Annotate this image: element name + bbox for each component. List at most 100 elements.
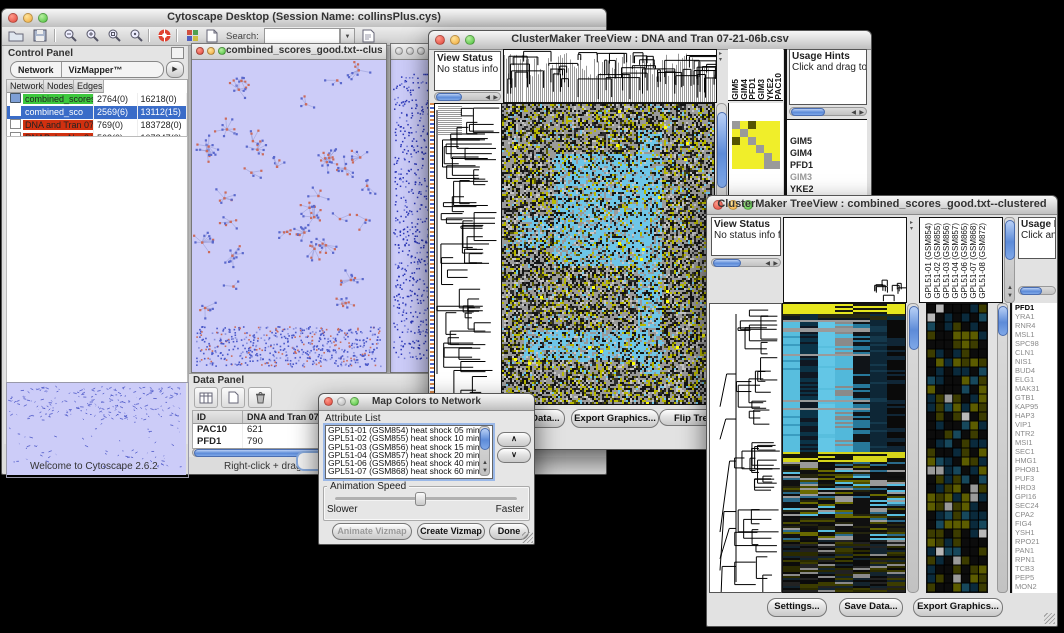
resize-grip[interactable]	[522, 532, 533, 543]
scroll-left-icon[interactable]: ◀	[851, 109, 856, 117]
gene-label[interactable]: NIS1	[1015, 357, 1057, 366]
gene-label[interactable]: SEC24	[1015, 501, 1057, 510]
gene-label[interactable]: SPC98	[1015, 339, 1057, 348]
col-label[interactable]: GPL51-02 (GSM855)	[933, 223, 942, 299]
select-attributes-icon[interactable]	[194, 387, 218, 408]
col-label[interactable]: GPL51-08 (GSM872)	[978, 223, 987, 299]
gene-label[interactable]: RPN1	[1015, 555, 1057, 564]
search-input[interactable]	[264, 28, 340, 44]
row-dendrogram[interactable]	[709, 303, 782, 593]
zoomed-heatmap[interactable]	[926, 303, 988, 593]
gene-label[interactable]: PHO81	[1015, 465, 1057, 474]
gene-label[interactable]: GIM3	[790, 171, 867, 183]
gene-label[interactable]: GPI16	[1015, 492, 1057, 501]
attribute-list-vscrollbar[interactable]: ▲ ▼	[479, 426, 490, 476]
zoom-selected-icon[interactable]	[126, 27, 146, 44]
gene-label[interactable]: GTB1	[1015, 393, 1057, 402]
scroll-right-icon[interactable]: ▶	[493, 94, 498, 102]
column-header[interactable]: Nodes	[44, 80, 74, 93]
mini-heatmap[interactable]	[732, 121, 780, 169]
export-graphics-button[interactable]: Export Graphics...	[571, 409, 659, 428]
zoom-in-icon[interactable]	[82, 27, 102, 44]
gene-label[interactable]: RNR4	[1015, 321, 1057, 330]
row-dendrogram[interactable]	[434, 103, 502, 405]
col-label[interactable]: GPL51-06 (GSM865)	[960, 223, 969, 299]
col-label[interactable]: GPL51-07 (GSM868)	[969, 223, 978, 299]
gene-label[interactable]: MON2	[1015, 582, 1057, 591]
gene-label[interactable]: ELG1	[1015, 375, 1057, 384]
minimize-icon[interactable]	[406, 47, 414, 55]
annotation-icon[interactable]	[358, 27, 378, 44]
treeview2-heatmap[interactable]	[782, 303, 906, 593]
open-file-icon[interactable]	[6, 27, 26, 44]
tab[interactable]: VizMapper™	[62, 62, 130, 77]
network-row[interactable]: DNA and Tran 07 769(0) 183728(0)	[7, 119, 187, 132]
scroll-up-icon[interactable]: ▲	[482, 459, 488, 467]
network-row[interactable]: combined_scores 2764(0) 16218(0)	[7, 93, 187, 106]
zoom-out-icon[interactable]	[60, 27, 80, 44]
col-label[interactable]: PFD1	[748, 78, 757, 100]
gene-label[interactable]: YRA1	[1015, 312, 1057, 321]
resize-grip[interactable]	[1044, 613, 1055, 624]
move-up-button[interactable]: ∧	[497, 432, 531, 447]
gene-label[interactable]: PFD1	[1015, 303, 1057, 312]
col-label[interactable]: PAC10	[774, 73, 783, 100]
gene-label[interactable]: RPO21	[1015, 537, 1057, 546]
col-label[interactable]: GPL51-01 (GSM854)	[924, 223, 933, 299]
close-icon[interactable]	[395, 47, 403, 55]
create-vizmap-button[interactable]: Create Vizmap	[417, 523, 485, 540]
tab[interactable]: Network	[11, 62, 62, 77]
col-label[interactable]: GIM3	[757, 79, 766, 100]
gene-label[interactable]: YKE2	[790, 183, 867, 195]
gene-label[interactable]: HAP3	[1015, 411, 1057, 420]
gene-label[interactable]: PEP5	[1015, 573, 1057, 582]
gene-label[interactable]: HMG1	[1015, 456, 1057, 465]
dialog-titlebar[interactable]: Map Colors to Network	[319, 394, 534, 411]
overview-page-icon[interactable]	[202, 27, 222, 44]
gene-label[interactable]: PAN1	[1015, 546, 1057, 555]
scroll-left-icon[interactable]: ◀	[485, 94, 490, 102]
animation-slider-thumb[interactable]	[415, 492, 426, 506]
split-divider[interactable]	[1010, 303, 1012, 593]
attribute-item[interactable]: GPL51-07 (GSM868) heat shock 60 min	[326, 467, 492, 475]
cytoscape-titlebar[interactable]: Cytoscape Desktop (Session Name: collins…	[2, 9, 606, 28]
gene-label[interactable]: MSI1	[1015, 438, 1057, 447]
delete-attribute-icon[interactable]	[248, 387, 272, 408]
gene-label[interactable]: VIP1	[1015, 420, 1057, 429]
scroll-down-icon[interactable]: ▼	[482, 467, 488, 475]
column-header[interactable]: Network	[7, 80, 44, 93]
animate-vizmap-button[interactable]: Animate Vizmap	[332, 523, 412, 540]
col-label[interactable]: GPL51-04 (GSM857)	[951, 223, 960, 299]
gene-label[interactable]: MAK31	[1015, 384, 1057, 393]
save-icon[interactable]	[30, 27, 50, 44]
id-column-header[interactable]: ID	[193, 411, 243, 423]
gene-label[interactable]: GIM4	[790, 147, 867, 159]
scroll-up-icon[interactable]: ▲	[1007, 284, 1013, 292]
gene-label[interactable]: TCB3	[1015, 564, 1057, 573]
pane-collapse-icon[interactable]: ▸▾	[910, 220, 913, 232]
export-graphics-button[interactable]: Export Graphics...	[913, 598, 1003, 617]
treeview2-titlebar[interactable]: ClusterMaker TreeView : combined_scores_…	[707, 196, 1057, 215]
gene-label[interactable]: HRD3	[1015, 483, 1057, 492]
column-dendrogram[interactable]	[503, 49, 717, 103]
scroll-right-icon[interactable]: ▶	[773, 260, 778, 268]
scroll-right-icon[interactable]: ▶	[859, 109, 864, 117]
gene-label[interactable]: CPA2	[1015, 510, 1057, 519]
scroll-down-icon[interactable]: ▼	[1007, 292, 1013, 300]
help-lifering-icon[interactable]	[154, 27, 174, 44]
view-status-hscrollbar[interactable]: ◀ ▶	[434, 92, 501, 101]
gene-label[interactable]: SEC1	[1015, 447, 1057, 456]
view-status-hscrollbar[interactable]: ◀ ▶	[711, 258, 781, 267]
gene-label[interactable]: YSH1	[1015, 528, 1057, 537]
col-label[interactable]: GPL51-03 (GSM856)	[942, 223, 951, 299]
gene-label[interactable]: KAP95	[1015, 402, 1057, 411]
gene-label[interactable]: MSL1	[1015, 330, 1057, 339]
usage-hints-hscrollbar[interactable]	[1018, 286, 1056, 295]
minimize-icon[interactable]	[207, 47, 215, 55]
gene-label[interactable]: FIG4	[1015, 519, 1057, 528]
vizmapper-grid-icon[interactable]	[182, 27, 202, 44]
treeview1-titlebar[interactable]: ClusterMaker TreeView : DNA and Tran 07-…	[429, 31, 871, 50]
gene-label[interactable]: NTR2	[1015, 429, 1057, 438]
save-data-button[interactable]: Save Data...	[839, 598, 903, 617]
tab-overflow-button[interactable]: ▶	[166, 61, 184, 78]
